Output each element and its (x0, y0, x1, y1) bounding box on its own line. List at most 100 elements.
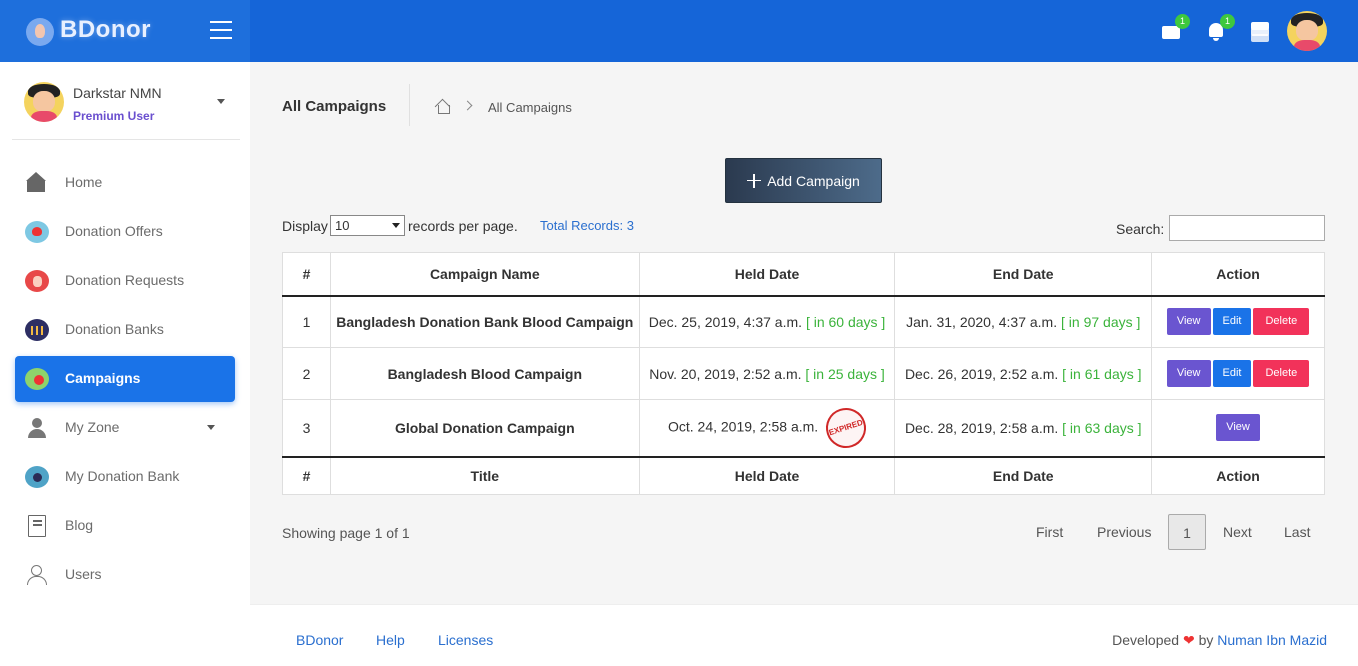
action-cell: View Edit Delete (1151, 347, 1325, 400)
held-days: [ in 60 days ] (805, 313, 886, 330)
sidebar-item-donation-banks[interactable]: Donation Banks (15, 307, 235, 353)
view-button[interactable]: View (1166, 308, 1211, 336)
sidebar-item-label: Users (65, 566, 102, 582)
footer-link-licenses[interactable]: Licenses (438, 632, 493, 648)
sidebar-item-campaigns[interactable]: Campaigns (15, 356, 235, 402)
chevron-down-icon[interactable] (207, 425, 215, 430)
view-button[interactable]: View (1166, 360, 1211, 387)
table-row: 3 Global Donation Campaign Oct. 24, 2019… (282, 399, 1325, 457)
per-page-label: records per page. (408, 218, 518, 234)
footer-link-help[interactable]: Help (376, 632, 405, 648)
pagination-current[interactable]: 1 (1168, 514, 1206, 550)
user-avatar (24, 82, 64, 122)
held-date: Oct. 24, 2019, 2:58 a.m. (667, 418, 819, 435)
hands-logo-icon[interactable] (26, 18, 54, 46)
end-date: Dec. 26, 2019, 2:52 a.m. (904, 365, 1059, 382)
sidebar-item-label: Donation Offers (65, 223, 163, 239)
users-icon (25, 564, 49, 586)
sidebar-item-label: My Zone (65, 419, 120, 435)
bell-icon[interactable]: 1 (1205, 14, 1235, 42)
main-content: All Campaigns All Campaigns Add Campaign… (250, 62, 1358, 604)
search-input[interactable] (1169, 215, 1325, 241)
column-header[interactable]: End Date (894, 252, 1153, 297)
mail-icon[interactable]: 1 (1160, 14, 1190, 42)
pagination-previous[interactable]: Previous (1097, 514, 1151, 550)
end-date: Jan. 31, 2020, 4:37 a.m. (906, 313, 1058, 330)
end-days: [ in 97 days ] (1061, 313, 1141, 330)
pagination-first[interactable]: First (1036, 514, 1063, 550)
user-profile-box[interactable]: Darkstar NMN Premium User (12, 74, 240, 140)
brand-name[interactable]: BDonor (60, 16, 151, 44)
held-date: Dec. 25, 2019, 4:37 a.m. (648, 313, 803, 330)
home-icon[interactable] (436, 99, 450, 114)
held-days: [ in 25 days ] (805, 365, 885, 382)
mail-badge: 1 (1175, 14, 1190, 29)
pagination-last[interactable]: Last (1284, 514, 1310, 550)
pagination-next[interactable]: Next (1223, 514, 1252, 550)
footer-link-bdonor[interactable]: BDonor (296, 632, 343, 648)
sidebar-item-donation-requests[interactable]: Donation Requests (15, 258, 235, 304)
showing-info: Showing page 1 of 1 (282, 525, 410, 541)
edit-button[interactable]: Edit (1212, 360, 1252, 387)
page-title: All Campaigns (282, 98, 387, 115)
footer: BDonor Help Licenses Developed ❤ by Numa… (250, 604, 1358, 666)
sidebar: Darkstar NMN Premium User Home Donation … (0, 62, 250, 666)
campaign-name: Bangladesh Donation Bank Blood Campaign (329, 295, 640, 348)
table-row: 1 Bangladesh Donation Bank Blood Campaig… (282, 295, 1325, 348)
campaign-name: Global Donation Campaign (329, 399, 640, 457)
sidebar-item-users[interactable]: Users (15, 552, 235, 598)
column-header[interactable]: Campaign Name (329, 252, 640, 297)
delete-button[interactable]: Delete (1253, 308, 1310, 336)
total-records: Total Records: 3 (540, 218, 634, 233)
held-date: Nov. 20, 2019, 2:52 a.m. (649, 365, 802, 382)
layers-icon[interactable] (1249, 20, 1273, 42)
expired-stamp-icon: EXPIRED (820, 402, 872, 453)
add-campaign-label: Add Campaign (767, 172, 860, 189)
sidebar-item-my-zone[interactable]: My Zone (15, 405, 235, 451)
sidebar-item-label: Donation Banks (65, 321, 164, 337)
campaigns-table: # Campaign Name Held Date End Date Actio… (282, 252, 1325, 495)
column-header[interactable]: # (282, 252, 331, 297)
sidebar-item-label: Blog (65, 517, 94, 533)
page-size-select[interactable]: 10 (330, 215, 405, 236)
column-footer: # (282, 455, 331, 495)
campaign-icon (25, 368, 49, 390)
row-number: 2 (282, 347, 331, 400)
column-footer: Action (1151, 455, 1325, 495)
author-link[interactable]: Numan Ibn Mazid (1217, 632, 1327, 648)
edit-button[interactable]: Edit (1212, 308, 1252, 336)
page-size-value: 10 (335, 218, 350, 233)
notebook-icon (25, 515, 49, 537)
column-footer: Held Date (638, 455, 896, 495)
user-name: Darkstar NMN (73, 85, 162, 101)
brand-area: BDonor (0, 0, 250, 62)
column-header[interactable]: Held Date (638, 252, 896, 297)
end-date-cell: Jan. 31, 2020, 4:37 a.m. [ in 97 days ] (894, 295, 1153, 348)
sidebar-item-label: Home (65, 174, 103, 190)
chevron-down-icon[interactable] (217, 99, 225, 104)
end-date-cell: Dec. 28, 2019, 2:58 a.m. [ in 63 days ] (894, 399, 1153, 457)
sidebar-item-donation-offers[interactable]: Donation Offers (15, 209, 235, 255)
held-date-cell: Oct. 24, 2019, 2:58 a.m. EXPIRED (638, 399, 896, 457)
action-cell: View (1151, 399, 1325, 457)
heart-icon: ❤ (1182, 632, 1195, 648)
end-date: Dec. 28, 2019, 2:58 a.m. (904, 419, 1059, 436)
plus-icon (747, 173, 762, 188)
sidebar-item-home[interactable]: Home (15, 160, 235, 206)
sidebar-item-label: Campaigns (65, 370, 141, 386)
table-footer-row: # Title Held Date End Date Action (282, 455, 1325, 495)
action-cell: View Edit Delete (1151, 295, 1325, 348)
end-days: [ in 61 days ] (1062, 365, 1142, 382)
menu-toggle-icon[interactable] (210, 21, 232, 39)
notification-badge: 1 (1220, 14, 1235, 29)
avatar[interactable] (1287, 11, 1327, 51)
add-campaign-button[interactable]: Add Campaign (725, 158, 882, 203)
delete-button[interactable]: Delete (1253, 360, 1310, 387)
campaign-name: Bangladesh Blood Campaign (329, 347, 640, 400)
view-button[interactable]: View (1216, 414, 1260, 442)
chevron-right-icon (462, 100, 473, 111)
sidebar-item-my-donation-bank[interactable]: My Donation Bank (15, 454, 235, 500)
held-date-cell: Dec. 25, 2019, 4:37 a.m. [ in 60 days ] (638, 295, 896, 348)
column-footer: Title (329, 455, 640, 495)
sidebar-item-blog[interactable]: Blog (15, 503, 235, 549)
